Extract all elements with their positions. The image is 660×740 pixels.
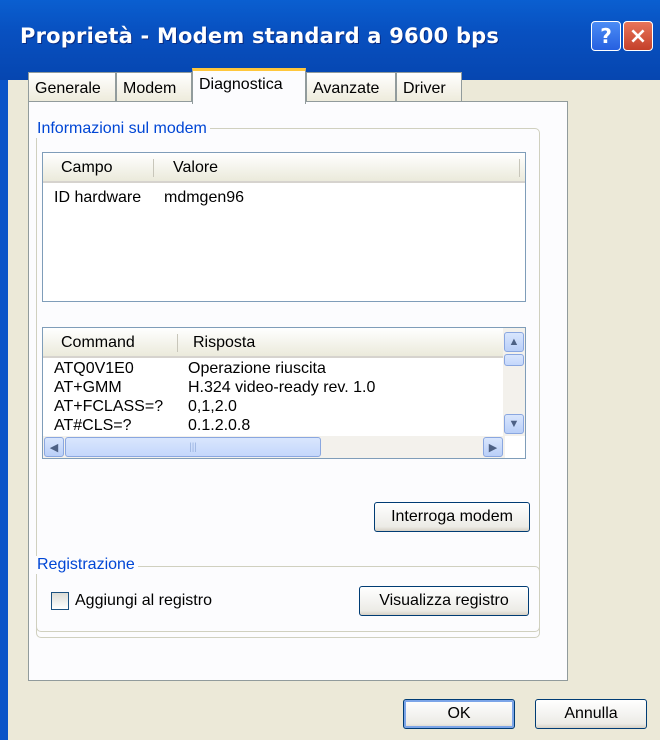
command-cell: AT+GMM (54, 379, 122, 396)
list-header: Campo Valore (43, 153, 525, 183)
grip-icon: ||| (189, 441, 197, 453)
scroll-thumb[interactable]: ||| (65, 437, 321, 457)
title-bar[interactable]: Proprietà - Modem standard a 9600 bps ? … (0, 0, 660, 80)
command-cell: AT+FCLASS=? (54, 398, 164, 415)
scroll-thumb[interactable] (504, 354, 524, 366)
response-cell: 0.1.2.0.8 (188, 417, 251, 434)
command-cell: AT#CLS=? (54, 417, 132, 434)
modem-info-group-label: Informazioni sul modem (34, 120, 210, 138)
field-name: ID hardware (54, 189, 142, 206)
tab-label: Driver (403, 80, 446, 97)
vertical-scrollbar[interactable]: ▲ ▼ (503, 328, 525, 436)
tab-diagnostica[interactable]: Diagnostica (192, 68, 306, 104)
append-to-log-checkbox[interactable] (51, 592, 69, 610)
tab-label: Modem (123, 80, 177, 97)
cancel-button[interactable]: Annulla (535, 699, 647, 729)
column-header-valore[interactable]: Valore (173, 159, 218, 177)
chevron-up-icon: ▲ (508, 336, 520, 348)
column-divider[interactable] (519, 159, 520, 177)
command-cell: ATQ0V1E0 (54, 360, 134, 377)
help-button[interactable]: ? (591, 21, 621, 51)
scroll-down-button[interactable]: ▼ (504, 414, 524, 434)
properties-dialog: Proprietà - Modem standard a 9600 bps ? … (0, 0, 660, 740)
chevron-down-icon: ▼ (508, 418, 520, 430)
tab-label: Diagnostica (199, 76, 283, 93)
column-divider[interactable] (177, 334, 178, 352)
scroll-right-button[interactable]: ▶ (483, 437, 503, 457)
tab-modem[interactable]: Modem (116, 72, 192, 104)
tab-label: Generale (35, 80, 101, 97)
tab-avanzate[interactable]: Avanzate (306, 72, 396, 104)
tab-driver[interactable]: Driver (396, 72, 462, 104)
response-cell: 0,1,2.0 (188, 398, 237, 415)
chevron-right-icon: ▶ (488, 441, 498, 454)
tab-panel-diagnostica: Informazioni sul modem Campo Valore ID h… (28, 101, 568, 681)
query-modem-button[interactable]: Interroga modem (374, 502, 530, 532)
response-cell: H.324 video-ready rev. 1.0 (188, 379, 376, 396)
view-log-button[interactable]: Visualizza registro (359, 586, 529, 616)
scroll-up-button[interactable]: ▲ (504, 332, 524, 352)
column-header-command[interactable]: Command (61, 334, 135, 352)
field-value: mdmgen96 (164, 189, 245, 206)
ok-button[interactable]: OK (403, 699, 515, 729)
close-button[interactable]: × (623, 21, 653, 51)
tab-generale[interactable]: Generale (28, 72, 116, 104)
scroll-left-button[interactable]: ◀ (44, 437, 64, 457)
window-frame (0, 80, 8, 740)
list-header: Command Risposta (43, 328, 505, 358)
column-divider[interactable] (153, 159, 154, 177)
column-header-campo[interactable]: Campo (61, 159, 113, 177)
close-icon: × (628, 23, 648, 49)
append-to-log-label[interactable]: Aggiungi al registro (75, 592, 212, 610)
tab-label: Avanzate (313, 80, 380, 97)
logging-group-label: Registrazione (34, 556, 138, 574)
response-cell: Operazione riuscita (188, 360, 326, 377)
column-header-risposta[interactable]: Risposta (193, 334, 255, 352)
help-icon: ? (600, 24, 612, 48)
chevron-left-icon: ◀ (49, 441, 59, 454)
command-response-list[interactable]: Command Risposta ATQ0V1E0 Operazione riu… (42, 327, 526, 459)
horizontal-scrollbar[interactable]: ◀ ||| ▶ (43, 436, 505, 458)
window-title: Proprietà - Modem standard a 9600 bps (20, 24, 500, 48)
modem-info-list[interactable]: Campo Valore ID hardware mdmgen96 (42, 152, 526, 302)
